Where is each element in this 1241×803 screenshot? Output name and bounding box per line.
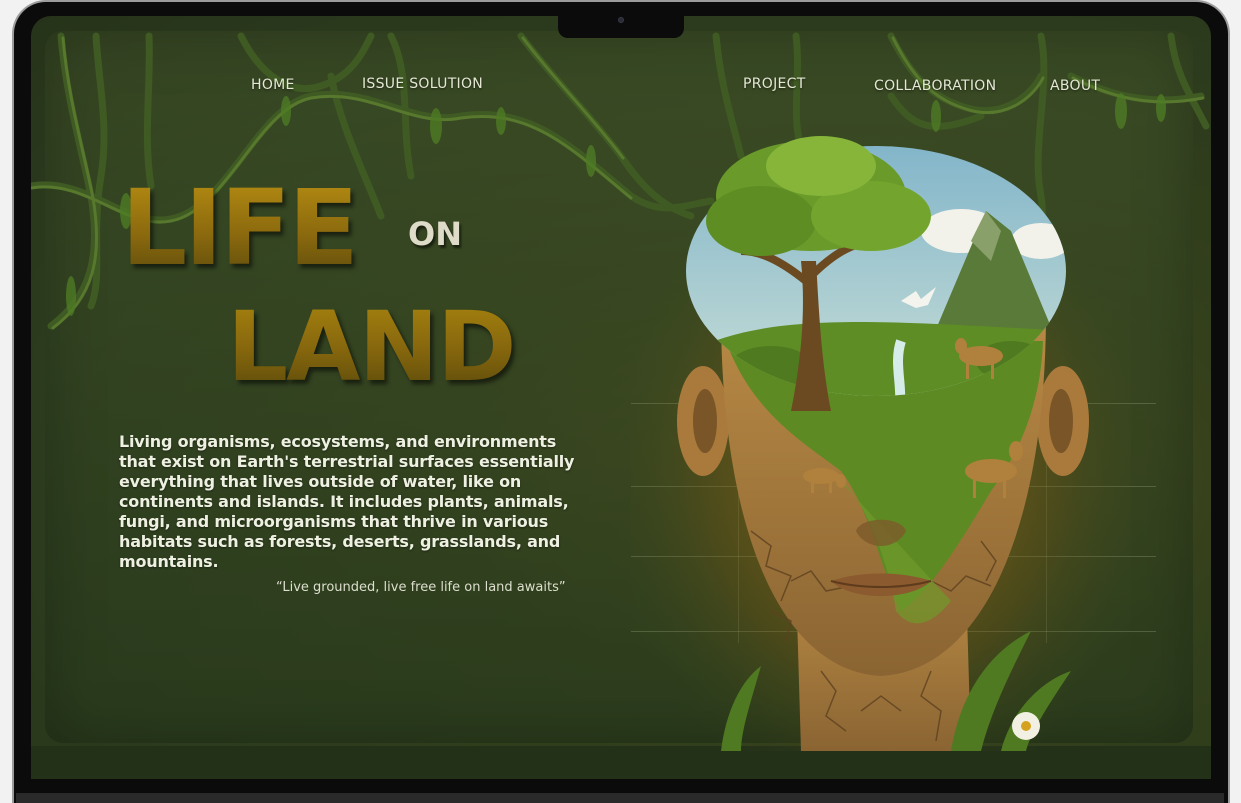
head-landscape-illustration — [631, 136, 1131, 751]
laptop-base — [16, 793, 1224, 803]
hero-description: Living organisms, ecosystems, and enviro… — [119, 432, 575, 571]
title-land: LAND — [227, 291, 516, 403]
nav-issue-solution[interactable]: ISSUE SOLUTION — [362, 76, 483, 92]
daisy-icon — [1012, 712, 1040, 740]
nav-about[interactable]: ABOUT — [1050, 78, 1100, 94]
camera-icon — [618, 17, 624, 23]
hero-quote: “Live grounded, live free life on land a… — [276, 580, 566, 595]
nav-collaboration[interactable]: COLLABORATION — [874, 78, 996, 94]
title-on: ON — [408, 215, 462, 253]
screen: HOME ISSUE SOLUTION PROJECT COLLABORATIO… — [31, 16, 1211, 779]
camera-notch — [558, 16, 684, 38]
title-life: LIFE — [121, 167, 359, 289]
nav-home[interactable]: HOME — [251, 77, 295, 93]
nav-project[interactable]: PROJECT — [743, 76, 806, 92]
